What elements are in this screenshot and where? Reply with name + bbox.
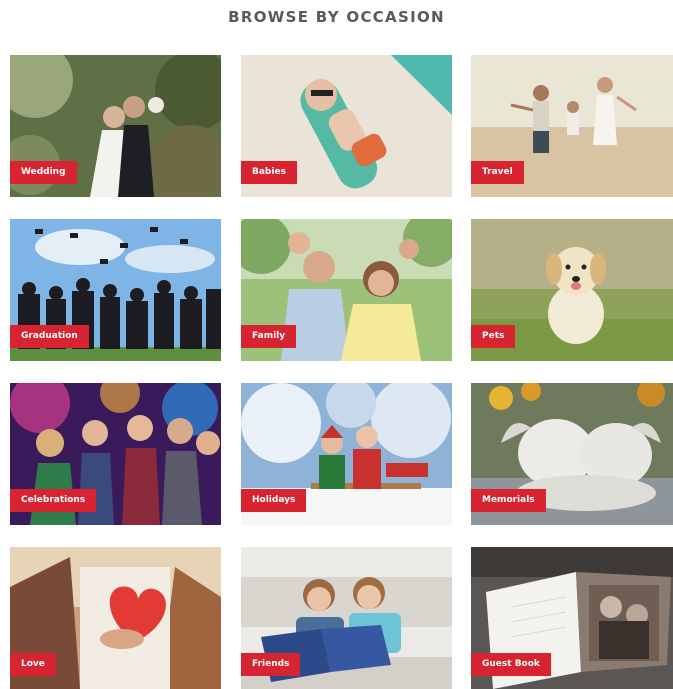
- occasion-tile-friends[interactable]: Friends: [241, 547, 452, 689]
- occasion-tile-guest-book[interactable]: Guest Book: [471, 547, 673, 689]
- occasion-tile-graduation[interactable]: Graduation: [10, 219, 221, 361]
- occasion-label: Holidays: [241, 489, 307, 512]
- occasion-tile-love[interactable]: Love: [10, 547, 221, 689]
- occasion-label: Wedding: [10, 161, 77, 184]
- occasion-label: Graduation: [10, 325, 89, 348]
- occasion-label: Travel: [471, 161, 524, 184]
- occasion-tile-wedding[interactable]: Wedding: [10, 55, 221, 197]
- occasion-label: Memorials: [471, 489, 546, 512]
- occasion-label: Celebrations: [10, 489, 97, 512]
- occasion-label: Pets: [471, 325, 516, 348]
- occasion-label: Guest Book: [471, 653, 551, 676]
- occasion-tile-holidays[interactable]: Holidays: [241, 383, 452, 525]
- occasion-tile-memorials[interactable]: Memorials: [471, 383, 673, 525]
- occasion-tile-babies[interactable]: Babies: [241, 55, 452, 197]
- occasion-tile-travel[interactable]: Travel: [471, 55, 673, 197]
- occasion-label: Family: [241, 325, 297, 348]
- occasion-tile-pets[interactable]: Pets: [471, 219, 673, 361]
- occasion-tile-celebrations[interactable]: Celebrations: [10, 383, 221, 525]
- occasion-label: Babies: [241, 161, 297, 184]
- occasion-label: Friends: [241, 653, 301, 676]
- section-title: BROWSE BY OCCASION: [228, 8, 445, 26]
- occasion-tile-family[interactable]: Family: [241, 219, 452, 361]
- occasion-label: Love: [10, 653, 56, 676]
